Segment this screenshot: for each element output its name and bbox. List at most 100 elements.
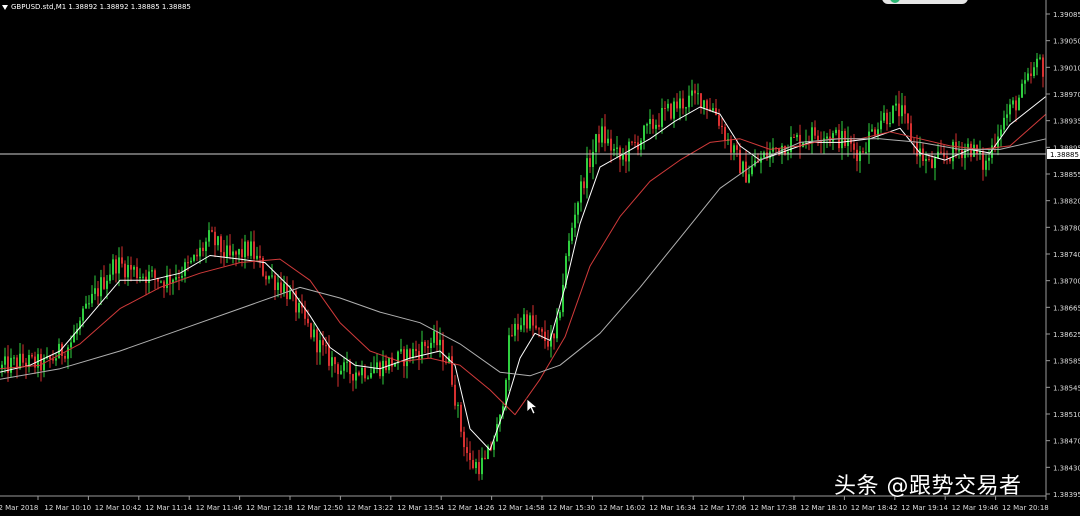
x-tick-label: 12 Mar 10:10 — [44, 504, 91, 512]
candle-body — [475, 462, 477, 469]
candle-body — [40, 354, 42, 371]
candle-body — [343, 362, 345, 371]
candle-body — [442, 339, 444, 362]
candle-body — [133, 266, 135, 270]
candle-body — [199, 247, 201, 257]
candle-body — [883, 112, 885, 121]
y-tick-label: 1.38585 — [1053, 358, 1080, 366]
watermark: 头条 @跟势交易者 — [834, 474, 1022, 499]
candle-body — [67, 347, 69, 359]
candle-body — [346, 361, 348, 363]
candle-body — [811, 127, 813, 143]
candle-body — [886, 112, 888, 125]
candle-body — [877, 129, 879, 135]
candle-body — [928, 158, 930, 160]
candle-body — [880, 120, 882, 130]
dropdown-triangle-icon[interactable] — [2, 4, 8, 10]
candle-body — [796, 134, 798, 138]
candle-body — [649, 118, 651, 125]
candle-body — [679, 98, 681, 109]
candle-body — [481, 457, 483, 475]
x-tick-label: 12 Mar 18:42 — [851, 504, 898, 512]
candle-body — [835, 129, 837, 134]
candle-body — [904, 105, 906, 114]
candle-body — [589, 158, 591, 167]
candle-body — [430, 342, 432, 349]
candle-body — [616, 147, 618, 149]
y-tick-label: 1.38545 — [1053, 384, 1080, 392]
x-tick-label: 92 Mar 2018 — [0, 504, 38, 512]
candle-body — [358, 372, 360, 376]
current-price-label: 1.38885 — [1050, 151, 1079, 159]
y-tick-label: 1.38970 — [1053, 91, 1080, 99]
y-tick-label: 1.38780 — [1053, 224, 1080, 232]
candle-body — [541, 328, 543, 332]
candle-body — [694, 90, 696, 94]
candle-body — [205, 241, 207, 252]
candle-body — [685, 107, 687, 109]
candle-body — [94, 288, 96, 294]
candle-body — [670, 103, 672, 119]
candle-body — [1003, 117, 1005, 130]
candle-body — [250, 241, 252, 256]
candle-body — [214, 231, 216, 246]
candle-body — [472, 459, 474, 469]
candle-body — [691, 90, 693, 96]
candle-body — [514, 323, 516, 336]
candle-body — [70, 342, 72, 348]
y-tick-label: 1.39085 — [1053, 11, 1080, 19]
candle-body — [106, 280, 108, 289]
candle-body — [793, 136, 795, 138]
candle-body — [940, 151, 942, 153]
candle-body — [181, 275, 183, 278]
candle-body — [1027, 73, 1029, 81]
candle-body — [265, 275, 267, 280]
candle-body — [103, 277, 105, 289]
candle-body — [367, 377, 369, 379]
candle-body — [1015, 100, 1017, 111]
y-tick-label: 1.38430 — [1053, 464, 1080, 472]
candle-body — [529, 315, 531, 329]
x-tick-label: 12 Mar 19:46 — [952, 504, 999, 512]
candle-body — [433, 331, 435, 343]
candle-body — [460, 404, 462, 432]
candle-body — [52, 359, 54, 361]
candle-body — [178, 277, 180, 279]
candle-body — [454, 384, 456, 406]
candle-body — [232, 251, 234, 256]
candle-body — [109, 274, 111, 281]
candle-body — [379, 362, 381, 377]
candle-body — [1033, 67, 1035, 77]
candle-body — [1009, 104, 1011, 115]
candle-body — [382, 360, 384, 377]
candle-body — [703, 100, 705, 108]
candle-body — [1012, 100, 1014, 105]
candle-body — [142, 276, 144, 278]
x-tick-label: 12 Mar 13:54 — [397, 504, 444, 512]
candle-body — [364, 367, 366, 379]
price-chart[interactable]: 1.39085 1.39050 1.39010 1.38970 1.38935 1.388… — [0, 0, 1080, 516]
top-toolbar-pill[interactable] — [882, 0, 968, 4]
candle-body — [355, 372, 357, 381]
candle-body — [523, 314, 525, 326]
candle-body — [970, 143, 972, 157]
candle-body — [748, 174, 750, 183]
candle-body — [274, 275, 276, 291]
candle-body — [361, 367, 363, 376]
candle-body — [337, 364, 339, 375]
candle-body — [478, 462, 480, 475]
candle-body — [625, 153, 627, 162]
candle-body — [520, 325, 522, 330]
x-tick-label: 12 Mar 10:42 — [95, 504, 142, 512]
x-tick-label: 12 Mar 14:26 — [448, 504, 495, 512]
candle-body — [988, 157, 990, 161]
candle-body — [952, 141, 954, 162]
candle-body — [424, 341, 426, 347]
candle-body — [661, 108, 663, 127]
candle-body — [400, 349, 402, 352]
candle-body — [190, 260, 192, 263]
candle-body — [154, 270, 156, 278]
candle-body — [907, 113, 909, 124]
candle-body — [631, 141, 633, 143]
candle-body — [598, 134, 600, 143]
